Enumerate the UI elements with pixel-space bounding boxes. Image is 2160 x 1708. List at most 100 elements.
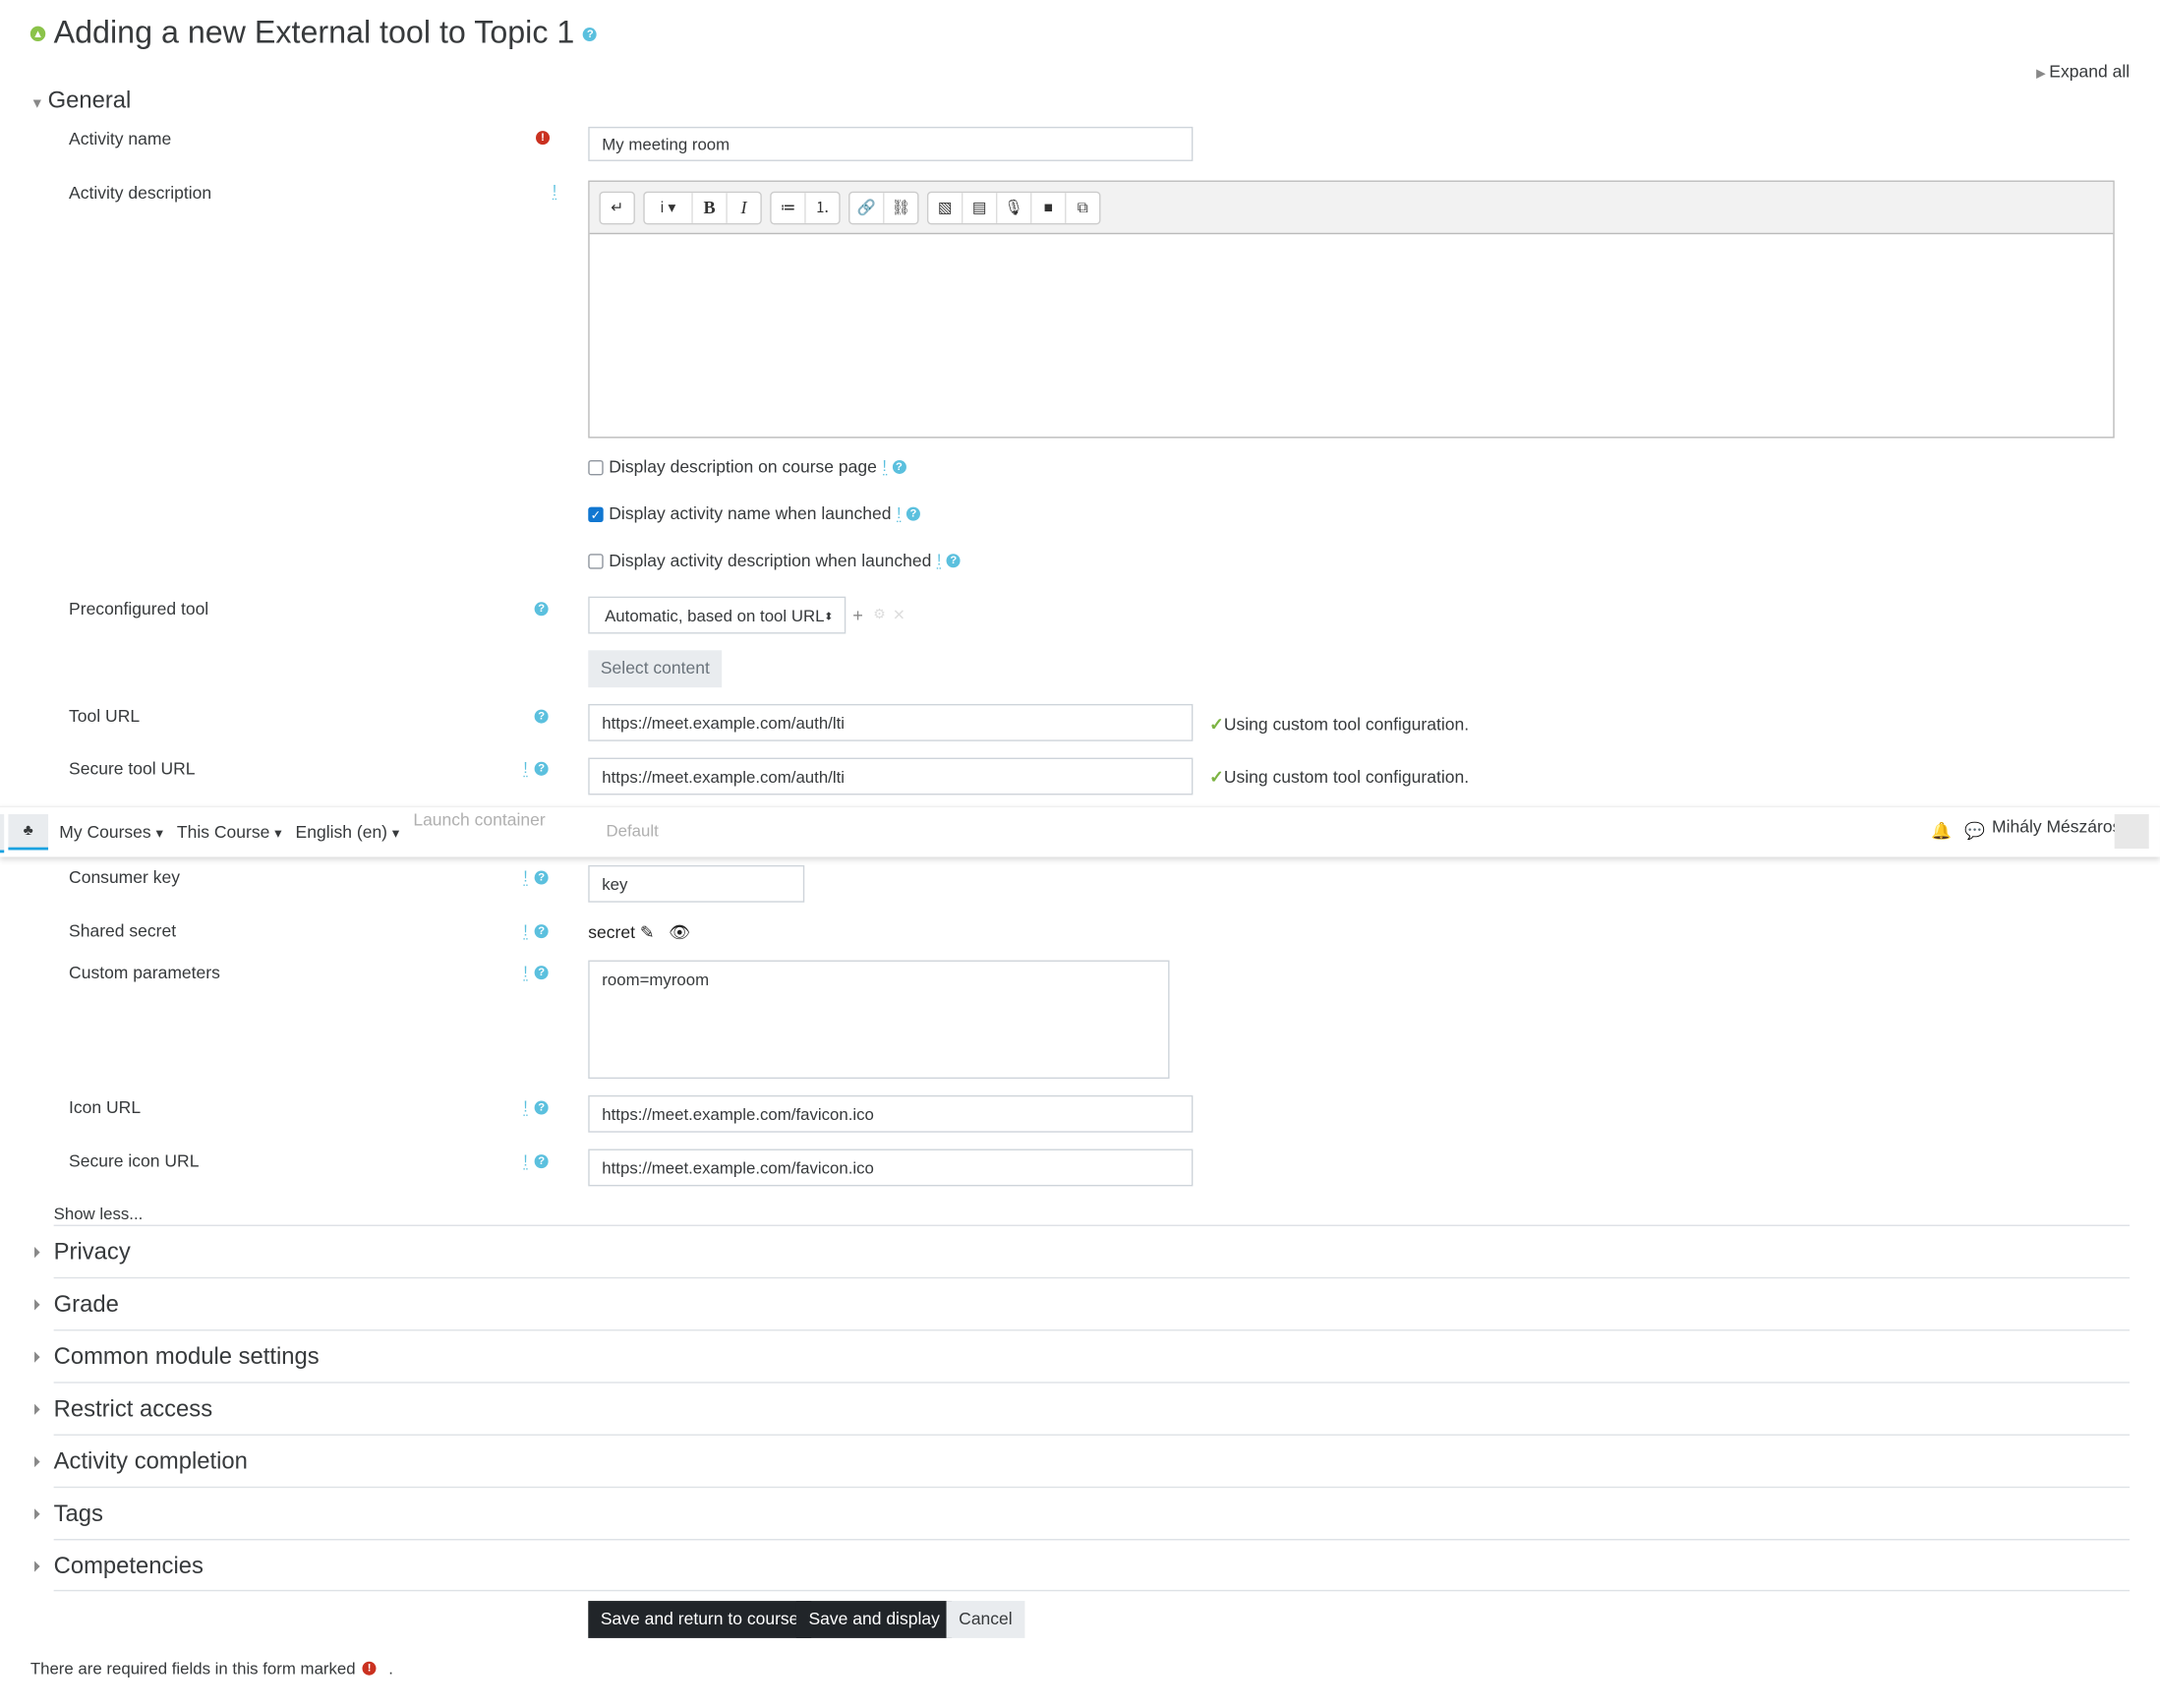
italic-button[interactable]: I (728, 192, 761, 222)
icon-url-input[interactable]: https://meet.example.com/favicon.ico (588, 1094, 1194, 1133)
help-icon[interactable]: ? (534, 870, 549, 885)
select-content-button[interactable]: Select content (588, 650, 723, 688)
edit-pencil-icon[interactable]: ✎ (640, 923, 655, 943)
help-icon[interactable]: ? (534, 709, 549, 724)
launch-container-label: Launch container (413, 809, 546, 830)
style-button[interactable]: i ▾ (645, 192, 693, 223)
help-icon[interactable]: ? (534, 1154, 549, 1169)
checkbox-label: Display activity description when launch… (609, 551, 932, 571)
navbar: ♣ My Courses ▾ This Course ▾ English (en… (0, 805, 2160, 857)
user-name[interactable]: Mihály Mészáros (1992, 817, 2121, 837)
preconfigured-tool-select[interactable]: Automatic, based on tool URL ⬍ (588, 596, 846, 634)
nav-my-courses[interactable]: My Courses ▾ (59, 822, 163, 842)
advanced-icon: ! (523, 1152, 528, 1170)
section-restrict-access[interactable]: Restrict access (34, 1382, 2131, 1434)
image-button[interactable]: ▧ (928, 192, 963, 223)
cancel-button[interactable]: Cancel (946, 1601, 1025, 1638)
show-desc-launch-row[interactable]: Display activity description when launch… (588, 551, 961, 570)
gear-icon[interactable]: ⚙ (873, 608, 886, 622)
collapse-toolbar-button[interactable]: ↵ (601, 192, 634, 222)
section-common-module-settings[interactable]: Common module settings (34, 1329, 2131, 1382)
section-tags[interactable]: Tags (34, 1486, 2131, 1539)
advanced-icon: ! (523, 1099, 528, 1116)
section-grade[interactable]: Grade (34, 1276, 2131, 1329)
show-title-launch-row[interactable]: ✓ Display activity name when launched!? (588, 504, 920, 523)
add-tool-icon[interactable]: + (852, 605, 863, 625)
show-description-checkbox[interactable] (588, 459, 604, 475)
tool-url-input[interactable]: https://meet.example.com/auth/lti (588, 703, 1194, 741)
launch-container-select[interactable]: Default (606, 821, 658, 841)
expand-icon (34, 1455, 40, 1468)
bold-button[interactable]: B (693, 192, 728, 223)
save-display-button[interactable]: Save and display (795, 1601, 953, 1638)
shared-secret-label: Shared secret (69, 921, 177, 941)
help-icon[interactable]: ? (534, 1100, 549, 1115)
advanced-icon: ! (523, 922, 528, 940)
help-icon[interactable]: ? (534, 602, 549, 617)
consumer-key-label: Consumer key (69, 867, 180, 888)
help-icon[interactable]: ? (892, 459, 906, 474)
secure-icon-url-input[interactable]: https://meet.example.com/favicon.ico (588, 1148, 1194, 1187)
section-competencies[interactable]: Competencies (34, 1539, 2131, 1591)
expand-icon (34, 1246, 40, 1259)
divider (53, 1589, 2131, 1592)
link-button[interactable]: 🔗 (849, 192, 885, 223)
help-icon[interactable]: ? (534, 966, 549, 980)
advanced-icon: ! (523, 964, 528, 981)
numbered-list-button[interactable]: ⒈ (806, 192, 840, 222)
advanced-icon: ! (523, 760, 528, 778)
required-icon: ! (362, 1661, 377, 1676)
activity-name-input[interactable]: My meeting room (588, 126, 1194, 161)
sitemap-icon[interactable]: ♣ (8, 814, 49, 851)
expand-icon (34, 1299, 40, 1311)
collapse-icon: ▼ (29, 96, 48, 112)
show-less-link[interactable]: Show less... (54, 1205, 144, 1224)
record-audio-button[interactable]: 🎙 (997, 192, 1032, 223)
advanced-icon: ! (882, 457, 887, 475)
expand-icon (34, 1561, 40, 1572)
help-icon[interactable]: ? (534, 761, 549, 776)
drawer-toggle[interactable] (0, 814, 5, 854)
secure-tool-url-status: ✓Using custom tool configuration. (1209, 767, 1470, 788)
record-video-button[interactable]: ■ (1031, 192, 1067, 223)
section-privacy[interactable]: Privacy (34, 1224, 2131, 1277)
help-icon[interactable]: ? (534, 924, 549, 939)
activity-icon: ▲ (29, 26, 46, 42)
general-section-header[interactable]: ▼ General (30, 87, 132, 114)
custom-parameters-textarea[interactable]: room=myroom (588, 960, 1170, 1080)
check-icon: ✓ (1209, 767, 1224, 788)
description-editor[interactable]: ↵ i ▾ B I ≔ ⒈ 🔗 ⛓ ▧ ▤ 🎙 ■ ⧉ (588, 180, 2115, 439)
media-button[interactable]: ▤ (963, 192, 998, 223)
eye-icon[interactable]: 👁 (669, 923, 690, 943)
secure-tool-url-input[interactable]: https://meet.example.com/auth/lti (588, 757, 1194, 795)
manage-files-button[interactable]: ⧉ (1066, 192, 1099, 222)
shared-secret-value[interactable]: secret ✎ 👁 (588, 921, 690, 943)
avatar[interactable] (2114, 814, 2149, 850)
secure-icon-url-label: Secure icon URL (69, 1151, 200, 1171)
nav-this-course[interactable]: This Course ▾ (177, 822, 282, 842)
unlink-button[interactable]: ⛓ (885, 192, 918, 222)
message-icon[interactable]: 💬 (1964, 821, 1985, 841)
expand-icon (34, 1403, 40, 1415)
help-icon[interactable]: ? (583, 27, 598, 41)
advanced-icon: ! (523, 869, 528, 886)
advanced-icon: ! (936, 552, 942, 568)
show-description-row[interactable]: Display description on course page!? (588, 457, 906, 477)
nav-language[interactable]: English (en) ▾ (296, 822, 400, 842)
delete-icon[interactable]: ✕ (893, 606, 905, 624)
help-icon[interactable]: ? (946, 554, 961, 568)
advanced-icon: ! (552, 183, 557, 201)
show-title-launch-checkbox[interactable]: ✓ (588, 505, 604, 522)
consumer-key-input[interactable]: key (588, 864, 805, 903)
preconfigured-tool-label: Preconfigured tool (69, 599, 209, 619)
section-activity-completion[interactable]: Activity completion (34, 1434, 2131, 1487)
bell-icon[interactable]: 🔔 (1931, 821, 1952, 841)
tool-url-label: Tool URL (69, 706, 141, 727)
icon-url-label: Icon URL (69, 1097, 142, 1118)
advanced-icon: ! (897, 504, 902, 522)
bullet-list-button[interactable]: ≔ (772, 192, 806, 223)
save-return-button[interactable]: Save and return to course (588, 1601, 812, 1638)
help-icon[interactable]: ? (905, 506, 920, 521)
show-desc-launch-checkbox[interactable] (588, 553, 604, 568)
expand-all-link[interactable]: ▶ Expand all (2036, 62, 2130, 82)
